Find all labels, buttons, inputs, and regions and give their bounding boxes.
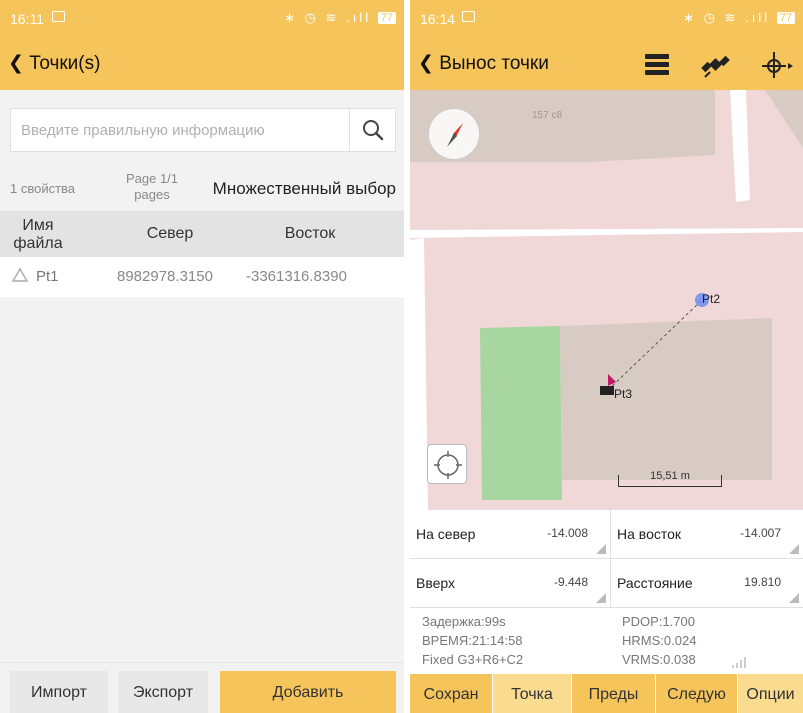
table-body: Pt1 8982978.3150 -3361316.8390 (0, 257, 404, 297)
crosshair-icon (434, 451, 462, 479)
compass-button[interactable] (428, 108, 480, 160)
title-bar: ❮ Вынос точки (410, 38, 803, 90)
export-button[interactable]: Экспорт (118, 671, 208, 713)
battery-icon: 77 (776, 12, 795, 24)
tab-save[interactable]: Сохран (410, 674, 493, 713)
status-time: 16:14 (420, 11, 456, 27)
hrms-text: HRMS:0.024 (622, 633, 697, 648)
status-time: 16:11 (10, 11, 44, 27)
battery-icon: 77 (377, 12, 396, 24)
status-indicators: ∗ ◷ ≋ .ıll (683, 10, 771, 25)
page-indicator: Page 1/1 pages (112, 171, 192, 203)
delay-text: Задержка:99s (422, 614, 506, 629)
up-cell[interactable]: Вверх -9.448 (410, 559, 611, 608)
tab-point[interactable]: Точка (493, 674, 572, 713)
page-title: Вынос точки (439, 53, 549, 74)
search-icon (363, 120, 384, 141)
title-bar: ❮ Точки(s) (0, 38, 404, 90)
multi-select-button[interactable]: Множественный выбор (213, 179, 396, 199)
list-summary-row: 1 свойства Page 1/1 pages Множественный … (0, 167, 404, 211)
gnss-status-panel: Задержка:99s ВРЕМЯ:21:14:58 Fixed G3+R6+… (410, 608, 803, 674)
tab-options[interactable]: Опции (738, 674, 803, 713)
status-indicators: ∗ ◷ ≋ .ıll (284, 10, 372, 25)
up-label: Вверх (416, 575, 456, 591)
chevron-left-icon: ❮ (418, 53, 434, 74)
search-input[interactable]: Введите правильную информацию (21, 122, 265, 139)
locate-button[interactable] (427, 444, 467, 484)
north-cell[interactable]: На север -14.008 (410, 510, 611, 559)
vrms-text: VRMS:0.038 (622, 652, 696, 667)
fix-status-text: Fixed G3+R6+C2 (422, 652, 524, 667)
building-number-label: 157 с8 (532, 110, 563, 121)
chevron-left-icon: ❮ (8, 53, 24, 74)
tab-next[interactable]: Следую (656, 674, 738, 713)
column-header-east[interactable]: Восток (255, 225, 365, 243)
status-bar: 16:14 ∗ ◷ ≋ .ıll 77 (410, 0, 803, 38)
signal-strength-icon (732, 657, 746, 668)
green-area (480, 326, 562, 500)
pdop-text: PDOP:1.700 (622, 614, 695, 629)
gallery-notification-icon (52, 11, 65, 22)
table-header: Имя файла Север Восток (0, 211, 404, 257)
column-header-north[interactable]: Север (120, 225, 220, 243)
distance-label: Расстояние (617, 575, 693, 591)
search-box: Введите правильную информацию (10, 108, 396, 152)
east-cell[interactable]: На восток -14.007 (611, 510, 803, 559)
distance-cell[interactable]: Расстояние 19.810 (611, 559, 803, 608)
column-header-name[interactable]: Имя файла (10, 217, 66, 253)
corner-indicator-icon (789, 593, 799, 603)
gallery-notification-icon (462, 11, 475, 22)
scale-label: 15,51 m (650, 470, 690, 482)
point-name: Pt1 (36, 268, 59, 285)
stakeout-target-icon[interactable] (760, 50, 794, 80)
stakeout-info-grid: На север -14.008 На восток -14.007 Вверх… (410, 510, 803, 608)
search-button[interactable] (349, 109, 395, 151)
back-button[interactable]: ❮ Точки(s) (8, 52, 100, 75)
time-text: ВРЕМЯ:21:14:58 (422, 633, 523, 648)
distance-value: 19.810 (744, 575, 781, 589)
back-button[interactable]: ❮ Вынос точки (418, 52, 549, 75)
corner-indicator-icon (596, 593, 606, 603)
item-count: 1 свойства (10, 181, 76, 196)
status-bar: 16:11 ∗ ◷ ≋ .ıll 77 (0, 0, 404, 38)
bottom-tab-bar: Сохран Точка Преды Следую Опции (410, 674, 803, 713)
target-point-label: Pt2 (702, 292, 721, 306)
page-title: Точки(s) (29, 53, 101, 74)
map-scale-bar: 15,51 m (618, 468, 722, 488)
tab-previous[interactable]: Преды (572, 674, 656, 713)
north-label: На север (416, 526, 476, 542)
point-north: 8982978.3150 (117, 268, 213, 285)
up-value: -9.448 (553, 575, 588, 589)
page-number: Page 1/1 (125, 171, 179, 186)
add-button[interactable]: Добавить (220, 671, 396, 713)
current-position-marker (600, 386, 614, 395)
north-value: -14.008 (547, 526, 588, 540)
satellite-icon[interactable] (700, 50, 732, 80)
triangle-point-icon (12, 267, 28, 282)
corner-indicator-icon (596, 544, 606, 554)
east-value: -14.007 (740, 526, 781, 540)
status-icons: ∗ ◷ ≋ .ıll 77 (683, 10, 795, 26)
corner-indicator-icon (789, 544, 799, 554)
list-menu-icon[interactable] (642, 50, 672, 80)
status-icons: ∗ ◷ ≋ .ıll 77 (284, 10, 396, 26)
map-view[interactable]: 157 с8 Pt2 Pt3 15,51 m (410, 90, 803, 510)
import-button[interactable]: Импорт (10, 671, 108, 713)
east-label: На восток (617, 526, 682, 542)
stakeout-screen: 16:14 ∗ ◷ ≋ .ıll 77 ❮ Вынос точки 157 с8… (410, 0, 803, 713)
page-sub-label: pages (134, 187, 170, 202)
compass-icon (447, 123, 463, 147)
table-row[interactable]: Pt1 8982978.3150 -3361316.8390 (0, 257, 404, 297)
bottom-action-bar: Импорт Экспорт Добавить (0, 662, 404, 713)
points-list-screen: 16:11 ∗ ◷ ≋ .ıll 77 ❮ Точки(s) Введите п… (0, 0, 404, 713)
building-center (560, 318, 772, 480)
current-point-label: Pt3 (614, 387, 633, 401)
point-east: -3361316.8390 (246, 268, 347, 285)
